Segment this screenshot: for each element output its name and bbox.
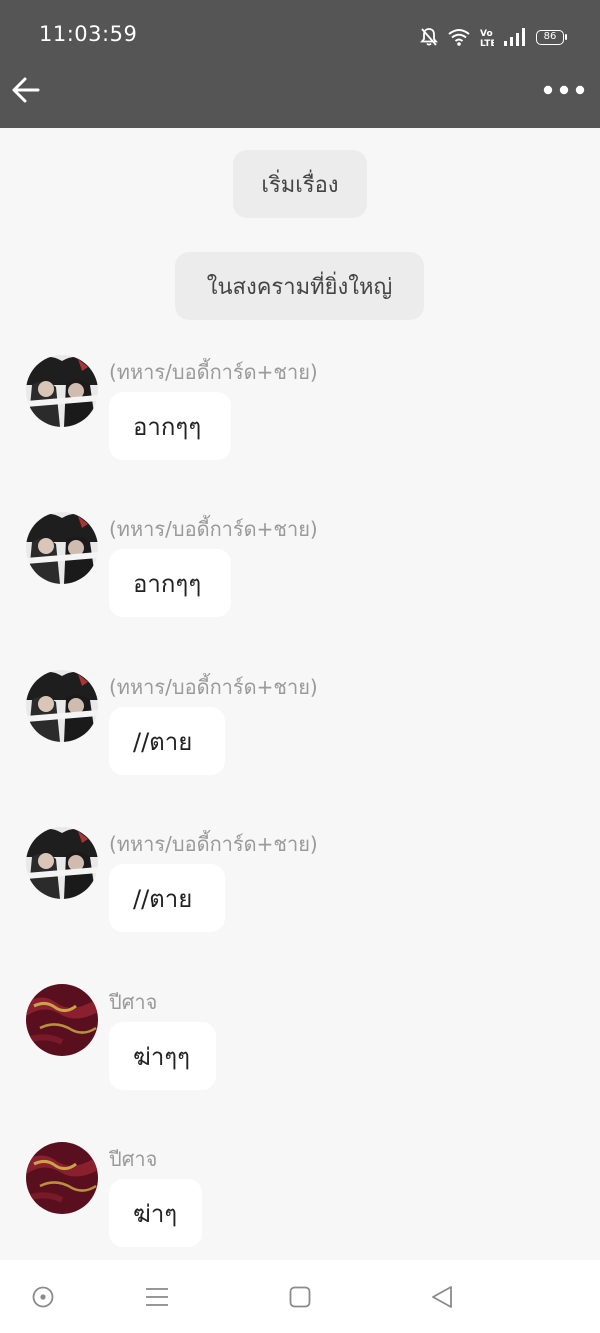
sender-name: ปีศาจ — [109, 990, 158, 1014]
message-bubble[interactable]: อากๆๆ — [109, 392, 231, 460]
menu-lines-icon — [146, 1288, 168, 1306]
anime-character-avatar-icon — [26, 355, 98, 427]
sender-name: (ทหาร/บอดี้การ์ด+ชาย) — [109, 675, 318, 699]
signal-icon — [504, 28, 525, 46]
app-header — [0, 66, 600, 128]
message-text: ฆ่าๆๆ — [133, 1042, 191, 1071]
wifi-icon — [448, 29, 470, 46]
mute-bell-icon — [420, 28, 438, 46]
message-text: //ตาย — [133, 727, 193, 756]
message-bubble[interactable]: อากๆๆ — [109, 549, 231, 617]
avatar[interactable] — [26, 984, 98, 1056]
sender-name: (ทหาร/บอดี้การ์ด+ชาย) — [109, 517, 318, 541]
status-bar: 11:03:59 Vo LTE 86 — [0, 0, 600, 66]
message-text: อากๆๆ — [133, 412, 202, 441]
nav-back-button[interactable] — [429, 1284, 455, 1310]
system-message: เริ่มเรื่อง — [233, 150, 367, 218]
circle-dot-icon — [32, 1286, 54, 1308]
status-time: 11:03:59 — [39, 22, 138, 46]
message-bubble[interactable]: ฆ่าๆๆ — [109, 1022, 216, 1090]
avatar[interactable] — [26, 1142, 98, 1214]
crimson-gold-avatar-icon — [26, 1142, 98, 1214]
message-text: ฆ่าๆ — [133, 1199, 178, 1228]
message-text: อากๆๆ — [133, 569, 202, 598]
message-bubble[interactable]: //ตาย — [109, 864, 225, 932]
avatar[interactable] — [26, 512, 98, 584]
sender-name: ปีศาจ — [109, 1147, 158, 1171]
chat-area[interactable]: เริ่มเรื่อง ในสงครามที่ยิ่งใหญ่ (ทหาร/บอ… — [0, 128, 600, 1260]
ellipsis-icon — [543, 85, 585, 95]
avatar[interactable] — [26, 827, 98, 899]
svg-text:Vo: Vo — [480, 29, 493, 39]
system-message: ในสงครามที่ยิ่งใหญ่ — [175, 252, 424, 320]
anime-character-avatar-icon — [26, 670, 98, 742]
arrow-left-icon — [12, 77, 40, 103]
sender-name: (ทหาร/บอดี้การ์ด+ชาย) — [109, 360, 318, 384]
system-message-text: เริ่มเรื่อง — [261, 172, 339, 198]
message-bubble[interactable]: ฆ่าๆ — [109, 1179, 202, 1247]
status-icons: Vo LTE 86 — [420, 24, 567, 50]
nav-home-button[interactable] — [287, 1284, 313, 1310]
avatar[interactable] — [26, 670, 98, 742]
system-nav-bar — [0, 1260, 600, 1333]
crimson-gold-avatar-icon — [26, 984, 98, 1056]
sender-name: (ทหาร/บอดี้การ์ด+ชาย) — [109, 832, 318, 856]
anime-character-avatar-icon — [26, 827, 98, 899]
anime-character-avatar-icon — [26, 512, 98, 584]
nav-menu-button[interactable] — [144, 1284, 170, 1310]
nav-assistant-button[interactable] — [30, 1284, 56, 1310]
svg-text:LTE: LTE — [480, 39, 494, 47]
battery-icon: 86 — [536, 29, 567, 45]
message-bubble[interactable]: //ตาย — [109, 707, 225, 775]
back-button[interactable] — [10, 74, 42, 106]
triangle-back-icon — [432, 1286, 452, 1308]
message-text: //ตาย — [133, 884, 193, 913]
more-options-button[interactable] — [542, 80, 586, 100]
volte-icon: Vo LTE — [480, 29, 494, 47]
system-message-text: ในสงครามที่ยิ่งใหญ่ — [206, 274, 393, 300]
avatar[interactable] — [26, 355, 98, 427]
square-icon — [289, 1286, 311, 1308]
